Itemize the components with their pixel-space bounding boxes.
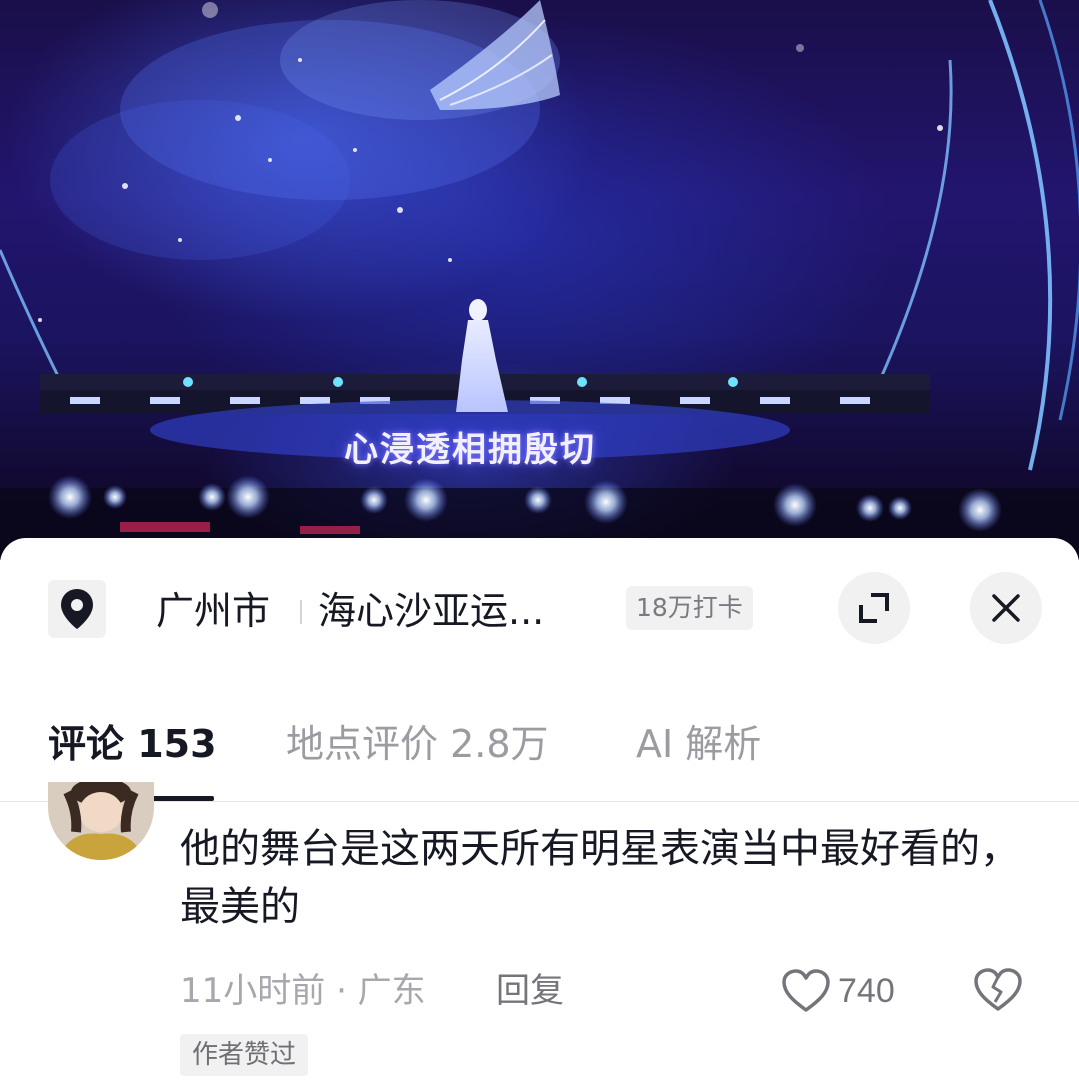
tab-place-reviews[interactable]: 地点评价 2.8万 [286,718,549,770]
like-button[interactable]: 740 [782,968,895,1014]
close-button[interactable] [970,572,1042,644]
broken-heart-icon [974,968,1022,1011]
author-liked-badge: 作者赞过 [180,1034,309,1076]
dislike-button[interactable] [974,968,1022,1016]
heart-icon [782,969,830,1012]
location-pin-icon [48,580,106,638]
lyric-subtitle: 心浸透相拥殷切 [344,430,596,470]
tab-ai-analysis[interactable]: AI 解析 [636,718,761,770]
like-count: 740 [838,971,895,1010]
comment-text: 他的舞台是这两天所有明星表演当中最好看的，最美的 [180,826,1020,930]
location-city[interactable]: 广州市 [156,588,270,634]
stage-scene [0,0,1079,560]
video-player[interactable]: 心浸透相拥殷切 [0,0,1079,560]
tab-comments[interactable]: 评论 153 [48,718,217,770]
location-venue[interactable]: 海心沙亚运... [318,588,544,634]
close-icon [992,594,1020,622]
reply-button[interactable]: 回复 [496,970,564,1012]
comment-time-location: 11小时前 · 广东 [180,971,426,1011]
location-bar[interactable]: 广州市 海心沙亚运... 18万打卡 [0,572,1079,644]
checkin-count-badge: 18万打卡 [626,586,753,630]
tab-bar: 评论 153 地点评价 2.8万 AI 解析 [0,708,1079,802]
comments-sheet: 广州市 海心沙亚运... 18万打卡 评论 153 地点评价 2.8万 AI 解… [0,538,1079,1081]
location-separator [300,600,302,624]
expand-icon [859,593,889,623]
expand-button[interactable] [838,572,910,644]
avatar[interactable] [48,782,154,860]
